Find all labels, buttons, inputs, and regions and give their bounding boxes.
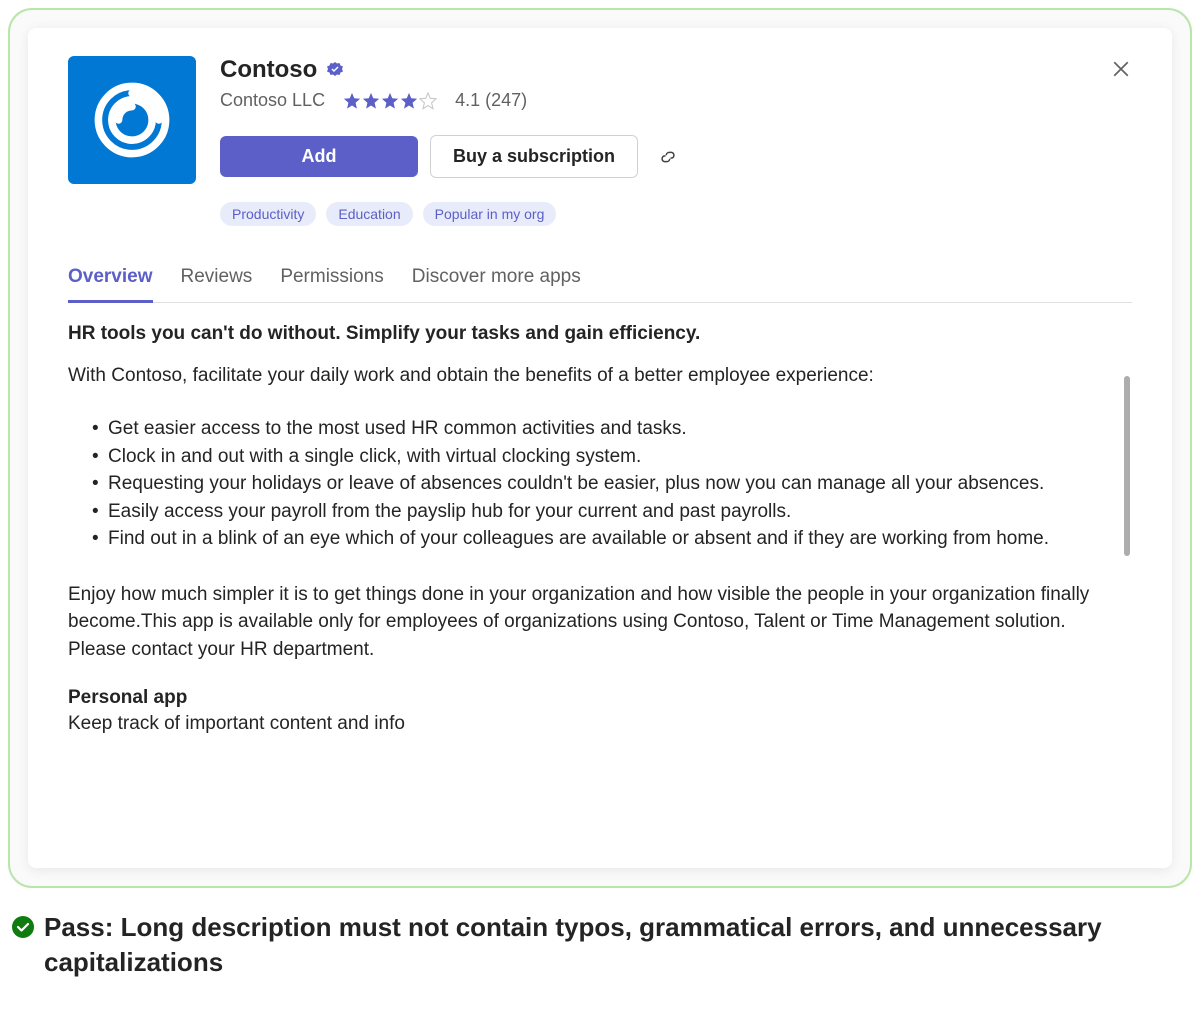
tag-popular-in-my-org[interactable]: Popular in my org xyxy=(423,202,557,226)
star-filled-icon xyxy=(381,92,399,110)
tab-reviews[interactable]: Reviews xyxy=(181,266,253,303)
outer-frame: Contoso Contoso LLC 4.1 (247) Add Buy a … xyxy=(8,8,1192,888)
title-row: Contoso xyxy=(220,56,1132,84)
tab-overview[interactable]: Overview xyxy=(68,266,153,303)
link-icon xyxy=(658,147,678,167)
tag-education[interactable]: Education xyxy=(326,202,412,226)
feature-bullet: Get easier access to the most used HR co… xyxy=(92,415,1112,443)
meta-row: Contoso LLC 4.1 (247) xyxy=(220,90,1132,111)
app-logo xyxy=(68,56,196,184)
feature-list: Get easier access to the most used HR co… xyxy=(68,415,1112,553)
verified-badge-icon xyxy=(327,62,343,78)
feature-bullet: Easily access your payroll from the pays… xyxy=(92,498,1112,526)
caption-text: Pass: Long description must not contain … xyxy=(44,910,1188,980)
app-dialog: Contoso Contoso LLC 4.1 (247) Add Buy a … xyxy=(28,28,1172,868)
pass-check-icon xyxy=(12,916,34,938)
star-rating xyxy=(343,92,437,110)
subscribe-button[interactable]: Buy a subscription xyxy=(430,135,638,178)
header-row: Contoso Contoso LLC 4.1 (247) Add Buy a … xyxy=(68,56,1132,226)
contoso-swirl-icon xyxy=(90,78,174,162)
star-filled-icon xyxy=(400,92,418,110)
section-text: Keep track of important content and info xyxy=(68,713,1112,735)
star-filled-icon xyxy=(362,92,380,110)
section-title: Personal app xyxy=(68,687,1112,709)
tag-productivity[interactable]: Productivity xyxy=(220,202,316,226)
feature-bullet: Requesting your holidays or leave of abs… xyxy=(92,470,1112,498)
caption-row: Pass: Long description must not contain … xyxy=(8,910,1192,980)
tab-discover-more-apps[interactable]: Discover more apps xyxy=(412,266,581,303)
button-row: Add Buy a subscription xyxy=(220,135,1132,178)
tab-permissions[interactable]: Permissions xyxy=(280,266,383,303)
app-title: Contoso xyxy=(220,56,317,84)
outro-text: Enjoy how much simpler it is to get thin… xyxy=(68,581,1112,664)
publisher-name: Contoso LLC xyxy=(220,90,325,111)
star-empty-icon xyxy=(419,92,437,110)
headline: HR tools you can't do without. Simplify … xyxy=(68,323,1112,345)
tabs: Overview Reviews Permissions Discover more … xyxy=(68,266,1132,303)
close-icon xyxy=(1112,60,1130,78)
tags-row: Productivity Education Popular in my org xyxy=(220,202,1132,226)
feature-bullet: Clock in and out with a single click, wi… xyxy=(92,443,1112,471)
star-filled-icon xyxy=(343,92,361,110)
content-area: HR tools you can't do without. Simplify … xyxy=(68,323,1132,803)
add-button[interactable]: Add xyxy=(220,136,418,177)
feature-bullet: Find out in a blink of an eye which of y… xyxy=(92,525,1112,553)
rating-text: 4.1 (247) xyxy=(455,90,527,111)
close-button[interactable] xyxy=(1112,60,1132,80)
copy-link-button[interactable] xyxy=(658,147,678,167)
intro-text: With Contoso, facilitate your daily work… xyxy=(68,365,1112,387)
header-info: Contoso Contoso LLC 4.1 (247) Add Buy a … xyxy=(220,56,1132,226)
